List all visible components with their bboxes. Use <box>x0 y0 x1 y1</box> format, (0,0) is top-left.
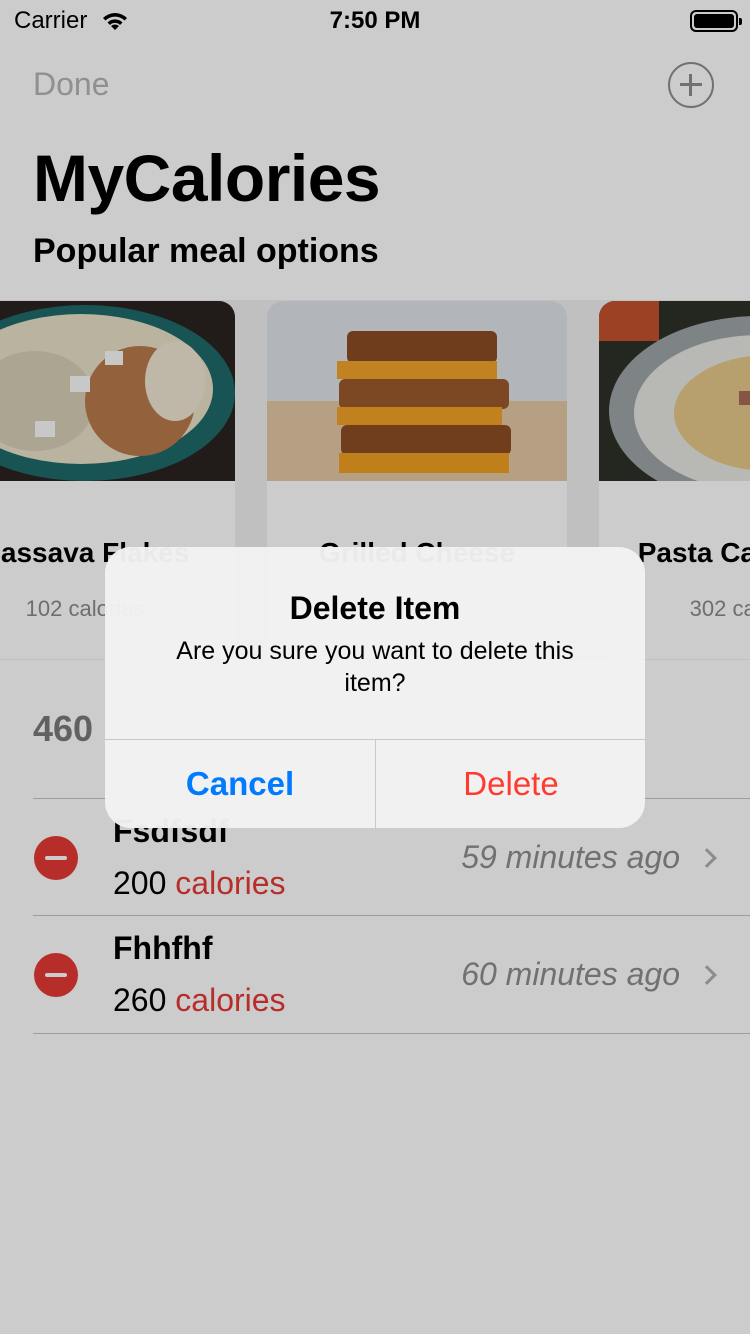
cancel-button[interactable]: Cancel <box>105 740 375 828</box>
delete-button[interactable]: Delete <box>376 740 645 828</box>
alert-message: Are you sure you want to delete this ite… <box>176 637 574 697</box>
delete-alert-dialog: Delete Item Are you sure you want to del… <box>105 547 645 828</box>
alert-title: Delete Item <box>289 590 461 626</box>
